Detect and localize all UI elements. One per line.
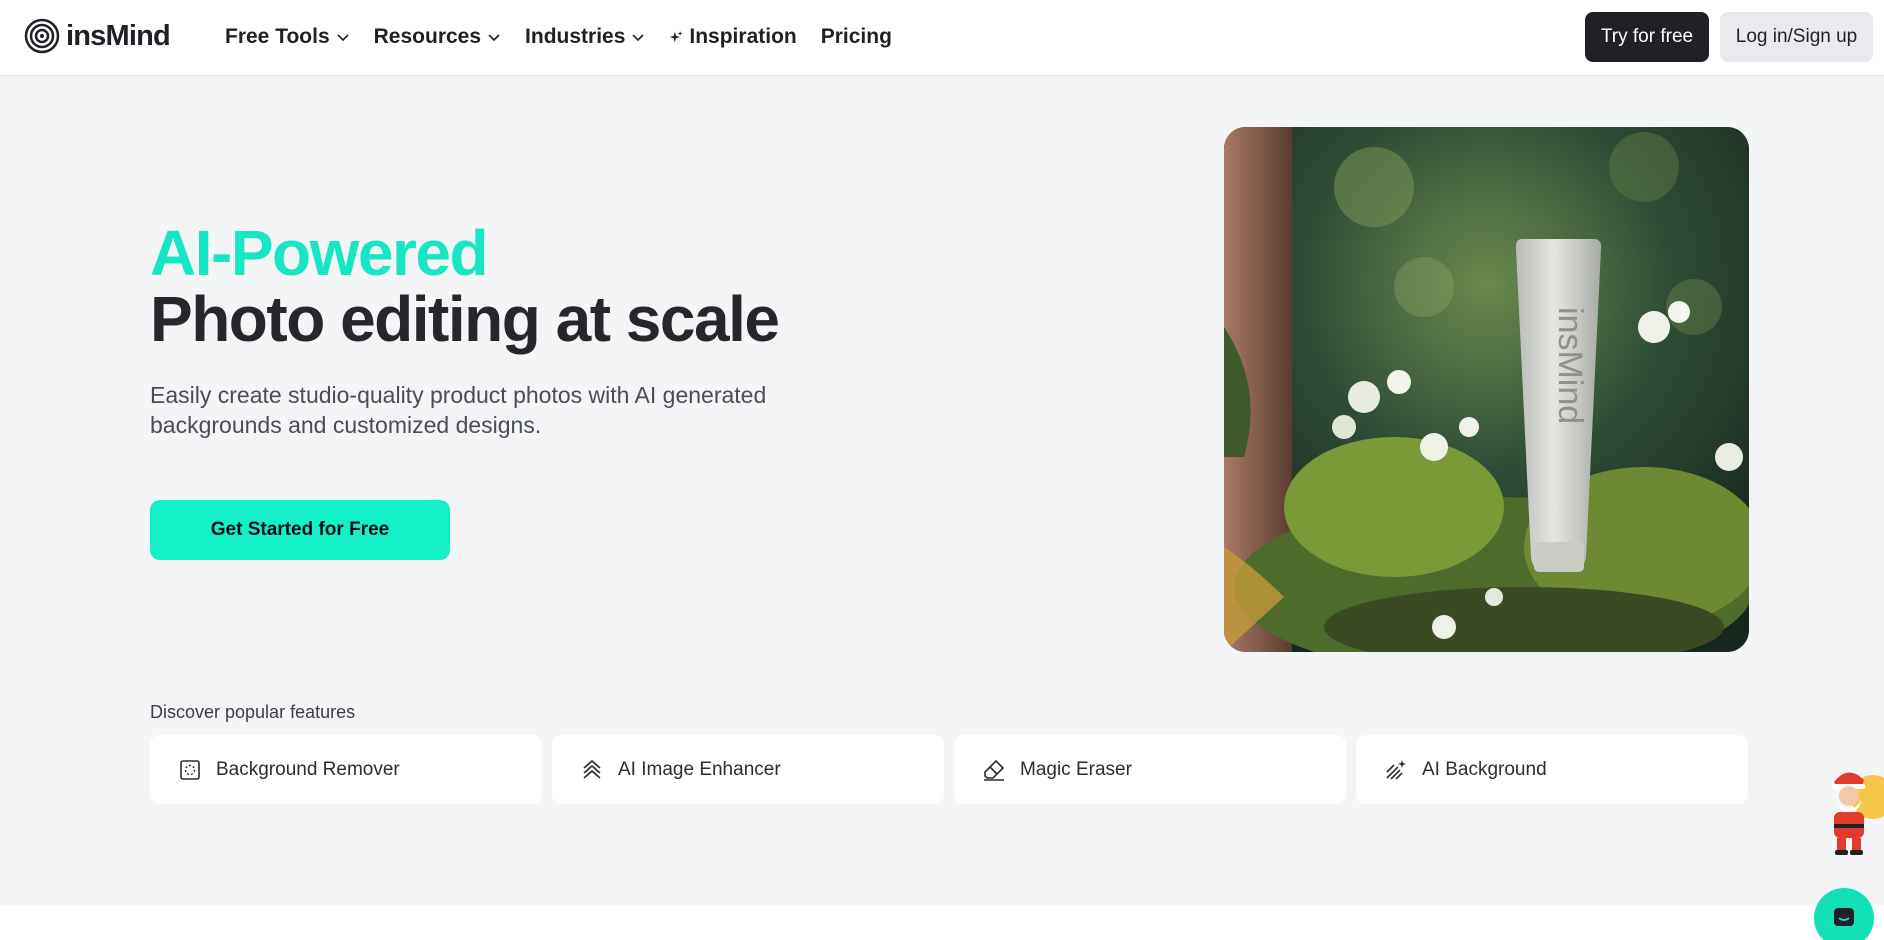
logo-icon [24, 18, 60, 54]
feature-label: Magic Eraser [1020, 758, 1132, 780]
feature-ai-background[interactable]: AI Background [1356, 735, 1748, 804]
top-navbar: insMind Free Tools Resources Industries … [0, 0, 1884, 76]
nav-label: Free Tools [225, 25, 330, 48]
main-nav: Free Tools Resources Industries Inspirat… [225, 20, 892, 54]
chevron-down-icon [488, 34, 500, 42]
eraser-icon [984, 759, 1005, 781]
hero-subtitle: Easily create studio-quality product pho… [150, 382, 767, 438]
nav-inspiration[interactable]: Inspiration [669, 20, 797, 54]
next-section-edge [0, 905, 1884, 940]
logo-text: insMind [66, 19, 171, 52]
chevron-down-icon [337, 34, 349, 42]
enhancer-icon [583, 759, 601, 779]
feature-magic-eraser[interactable]: Magic Eraser [954, 735, 1346, 804]
hero-title: Photo editing at scale [150, 283, 780, 355]
chat-support-button[interactable] [1814, 888, 1874, 940]
nav-label: Inspiration [689, 25, 797, 48]
get-started-button[interactable]: Get Started for Free [150, 500, 450, 560]
nav-label: Industries [525, 25, 626, 48]
features-heading: Discover popular features [150, 702, 356, 722]
product-brand-label: insMind [1551, 307, 1589, 424]
product-photo-illustration: insMind [1224, 127, 1749, 652]
nav-pricing[interactable]: Pricing [821, 20, 892, 54]
nav-label: Resources [373, 25, 482, 48]
nav-label: Pricing [820, 25, 892, 48]
hero-product-image: insMind [1224, 127, 1749, 652]
feature-label: AI Background [1422, 758, 1547, 780]
login-signup-button[interactable]: Log in/Sign up [1720, 12, 1873, 62]
nav-resources[interactable]: Resources [374, 20, 501, 54]
nav-free-tools[interactable]: Free Tools [225, 20, 350, 54]
ai-background-icon [1386, 759, 1406, 780]
sparkle-icon [669, 31, 683, 43]
santa-mascot-icon[interactable] [1818, 762, 1884, 862]
feature-ai-image-enhancer[interactable]: AI Image Enhancer [552, 735, 944, 804]
feature-label: Background Remover [216, 758, 400, 780]
nav-industries[interactable]: Industries [525, 20, 645, 54]
background-remover-icon [180, 759, 200, 780]
feature-background-remover[interactable]: Background Remover [150, 735, 542, 804]
hero-accent-heading: AI-Powered [150, 217, 489, 289]
features-list: Background Remover AI Image Enhancer Mag… [150, 735, 1748, 804]
chat-icon [1834, 908, 1854, 926]
try-for-free-button[interactable]: Try for free [1585, 12, 1709, 62]
logo[interactable]: insMind [24, 18, 171, 54]
feature-label: AI Image Enhancer [618, 758, 781, 780]
chevron-down-icon [632, 34, 644, 42]
